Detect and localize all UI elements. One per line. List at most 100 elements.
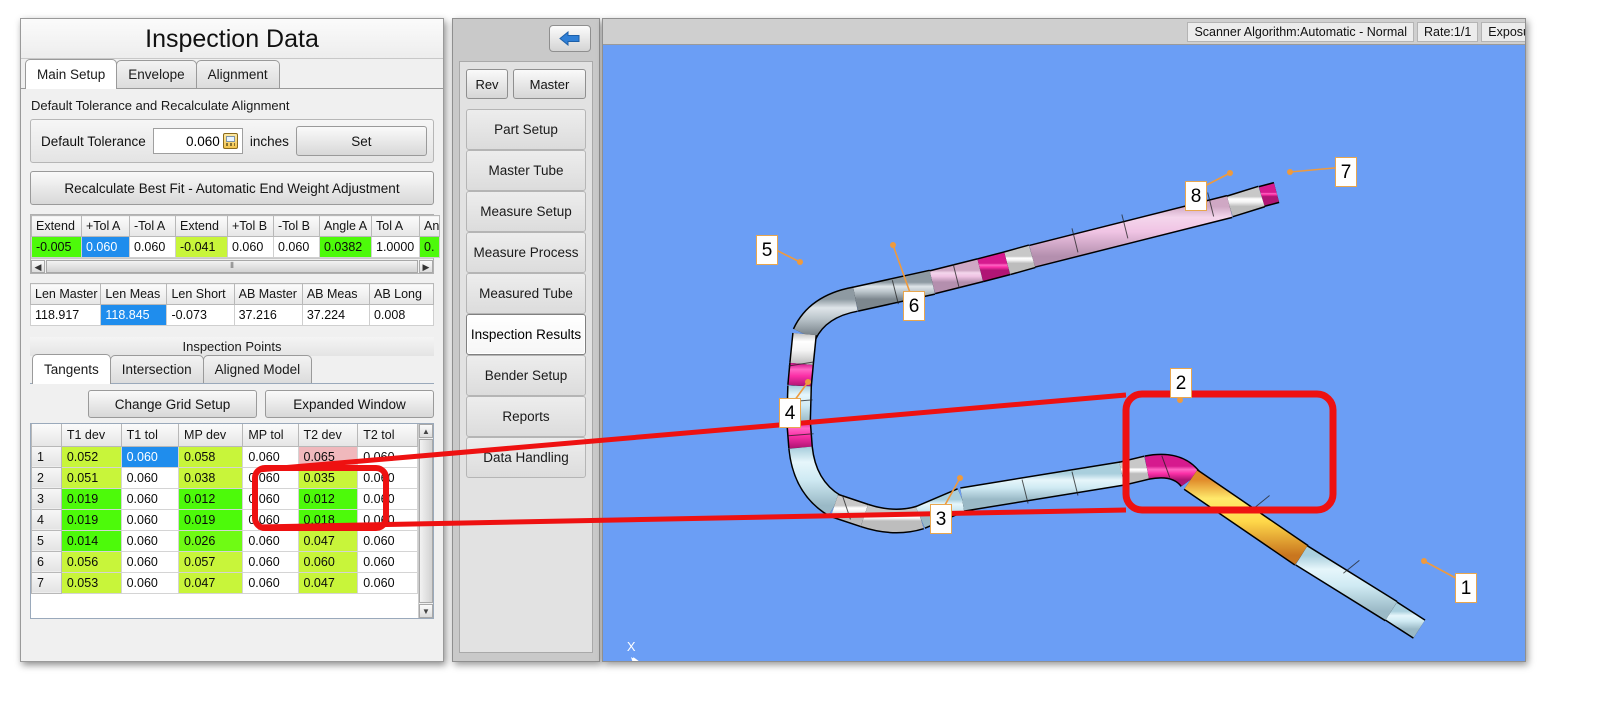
nav-button-part-setup[interactable]: Part Setup [466, 109, 586, 150]
scroll-right-arrow[interactable]: ▶ [419, 259, 433, 273]
tangents-grid-cell-r2c0[interactable]: 3 [31, 487, 62, 510]
tangents-grid-cell-r4c0[interactable]: 5 [31, 529, 62, 552]
scroll-down-arrow[interactable]: ▼ [419, 604, 433, 618]
nav-button-bender-setup[interactable]: Bender Setup [466, 355, 586, 396]
tangents-grid-cell-r0c5[interactable]: 0.065 [297, 445, 359, 468]
tangents-grid-cell-r5c5[interactable]: 0.060 [297, 550, 359, 573]
tangents-grid-cell-r3c4[interactable]: 0.060 [242, 508, 299, 531]
extend-grid-cell-r0c1[interactable]: 0.060 [81, 236, 130, 258]
tangents-grid-cell-r2c2[interactable]: 0.060 [120, 487, 180, 510]
tangents-grid-cell-r6c6[interactable]: 0.060 [357, 571, 418, 594]
tangents-grid-cell-r5c3[interactable]: 0.057 [178, 550, 244, 573]
default-tolerance-input[interactable]: 0.060 [152, 128, 243, 154]
table-row[interactable]: -0.005 0.060 0.060 -0.041 0.060 0.060 0.0382 1.… [31, 236, 440, 258]
tangents-grid-cell-r6c3[interactable]: 0.047 [178, 571, 244, 594]
rev-button[interactable]: Rev [466, 69, 508, 99]
tangents-grid-cell-r4c3[interactable]: 0.026 [178, 529, 244, 552]
tangents-grid-cell-r1c3[interactable]: 0.038 [178, 466, 244, 489]
tangents-grid-cell-r2c3[interactable]: 0.012 [178, 487, 244, 510]
tangents-grid-cell-r4c1[interactable]: 0.014 [60, 529, 122, 552]
tangents-grid-cell-r5c6[interactable]: 0.060 [357, 550, 418, 573]
extend-grid-cell-r0c2[interactable]: 0.060 [129, 236, 176, 258]
tangents-grid-cell-r0c6[interactable]: 0.060 [357, 445, 418, 468]
table-row[interactable]: 7 0.053 0.060 0.047 0.060 0.047 0.060 [31, 571, 418, 594]
table-row[interactable]: 3 0.019 0.060 0.012 0.060 0.012 0.060 [31, 487, 418, 510]
length-grid-cell-r0c5[interactable]: 0.008 [368, 304, 435, 326]
calculator-icon[interactable] [222, 133, 238, 149]
tangents-grid-cell-r4c4[interactable]: 0.060 [242, 529, 299, 552]
tangents-grid-cell-r1c6[interactable]: 0.060 [357, 466, 418, 489]
tab-aligned-model[interactable]: Aligned Model [202, 355, 313, 383]
tangents-grid-cell-r1c4[interactable]: 0.060 [242, 466, 299, 489]
tangents-grid-cell-r5c2[interactable]: 0.060 [120, 550, 180, 573]
tangents-grid-cell-r6c2[interactable]: 0.060 [120, 571, 180, 594]
tangents-grid-cell-r0c0[interactable]: 1 [31, 445, 62, 468]
tangents-grid-cell-r4c5[interactable]: 0.047 [297, 529, 359, 552]
tangents-grid-cell-r3c3[interactable]: 0.019 [178, 508, 244, 531]
length-grid-cell-r0c4[interactable]: 37.224 [301, 304, 370, 326]
tangents-grid-cell-r3c5[interactable]: 0.018 [297, 508, 359, 531]
scroll-thumb[interactable]: ⦀ [46, 259, 418, 273]
tangents-grid-cell-r1c0[interactable]: 2 [31, 466, 62, 489]
tab-tangents[interactable]: Tangents [32, 354, 111, 384]
extend-grid-hscrollbar[interactable]: ◀ ⦀ ▶ [31, 258, 433, 273]
extend-grid-cell-r0c4[interactable]: 0.060 [227, 236, 274, 258]
tab-alignment[interactable]: Alignment [195, 60, 280, 88]
master-button[interactable]: Master [513, 69, 586, 99]
nav-button-reports[interactable]: Reports [466, 396, 586, 437]
tangents-grid-cell-r6c4[interactable]: 0.060 [242, 571, 299, 594]
tangents-grid-cell-r4c6[interactable]: 0.060 [357, 529, 418, 552]
extend-grid-cell-r0c7[interactable]: 1.0000 [371, 236, 420, 258]
tangents-grid-cell-r3c1[interactable]: 0.019 [60, 508, 122, 531]
nav-button-master-tube[interactable]: Master Tube [466, 150, 586, 191]
tangents-grid-cell-r3c6[interactable]: 0.060 [357, 508, 418, 531]
tangents-grid-cell-r2c4[interactable]: 0.060 [242, 487, 299, 510]
length-grid-cell-r0c0[interactable]: 118.917 [29, 304, 102, 326]
recalculate-best-fit-button[interactable]: Recalculate Best Fit - Automatic End Wei… [30, 171, 434, 205]
table-row[interactable]: 1 0.052 0.060 0.058 0.060 0.065 0.060 [31, 445, 418, 468]
tangents-grid-cell-r0c3[interactable]: 0.058 [178, 445, 244, 468]
extend-grid-cell-r0c6[interactable]: 0.0382 [319, 236, 372, 258]
tangents-grid-cell-r5c1[interactable]: 0.056 [60, 550, 122, 573]
change-grid-setup-button[interactable]: Change Grid Setup [88, 390, 257, 418]
tangents-grid-cell-r6c5[interactable]: 0.047 [297, 571, 359, 594]
table-row[interactable]: 6 0.056 0.060 0.057 0.060 0.060 0.060 [31, 550, 418, 573]
nav-button-measure-setup[interactable]: Measure Setup [466, 191, 586, 232]
tangents-grid-cell-r1c1[interactable]: 0.051 [60, 466, 122, 489]
tangents-grid-cell-r4c2[interactable]: 0.060 [120, 529, 180, 552]
tangents-grid-cell-r5c4[interactable]: 0.060 [242, 550, 299, 573]
nav-button-measure-process[interactable]: Measure Process [466, 232, 586, 273]
tangents-grid-cell-r1c5[interactable]: 0.035 [297, 466, 359, 489]
set-tolerance-button[interactable]: Set [295, 126, 427, 156]
scroll-thumb-vertical[interactable] [419, 439, 433, 603]
nav-button-data-handling[interactable]: Data Handling [466, 437, 586, 478]
tangents-grid-cell-r6c0[interactable]: 7 [31, 571, 62, 594]
tangents-grid-cell-r1c2[interactable]: 0.060 [120, 466, 180, 489]
tangents-grid-cell-r5c0[interactable]: 6 [31, 550, 62, 573]
tab-envelope[interactable]: Envelope [116, 60, 197, 88]
tab-intersection[interactable]: Intersection [109, 355, 204, 383]
tangents-grid-cell-r3c2[interactable]: 0.060 [120, 508, 180, 531]
nav-button-inspection-results[interactable]: Inspection Results [466, 314, 586, 355]
tube-model-3d-view[interactable]: X [603, 45, 1525, 661]
tangents-grid-cell-r0c1[interactable]: 0.052 [60, 445, 122, 468]
length-grid-cell-r0c3[interactable]: 37.216 [233, 304, 303, 326]
tangents-grid-cell-r2c6[interactable]: 0.060 [357, 487, 418, 510]
tangents-grid-cell-r6c1[interactable]: 0.053 [60, 571, 122, 594]
extend-grid-cell-r0c8[interactable]: 0. [419, 236, 440, 258]
tangents-grid-cell-r0c2[interactable]: 0.060 [120, 445, 180, 468]
table-row[interactable]: 5 0.014 0.060 0.026 0.060 0.047 0.060 [31, 529, 418, 552]
back-button[interactable] [549, 25, 591, 52]
extend-grid-cell-r0c0[interactable]: -0.005 [31, 236, 82, 258]
tab-main-setup[interactable]: Main Setup [25, 59, 118, 89]
tangents-grid-cell-r3c0[interactable]: 4 [31, 508, 62, 531]
extend-grid-cell-r0c5[interactable]: 0.060 [273, 236, 320, 258]
length-grid-cell-r0c1[interactable]: 118.845 [100, 304, 168, 326]
extend-grid-cell-r0c3[interactable]: -0.041 [175, 236, 228, 258]
tangents-grid-cell-r0c4[interactable]: 0.060 [242, 445, 299, 468]
scroll-left-arrow[interactable]: ◀ [31, 259, 45, 273]
nav-button-measured-tube[interactable]: Measured Tube [466, 273, 586, 314]
table-row[interactable]: 4 0.019 0.060 0.019 0.060 0.018 0.060 [31, 508, 418, 531]
length-grid-cell-r0c2[interactable]: -0.073 [166, 304, 235, 326]
tangents-grid-cell-r2c1[interactable]: 0.019 [60, 487, 122, 510]
